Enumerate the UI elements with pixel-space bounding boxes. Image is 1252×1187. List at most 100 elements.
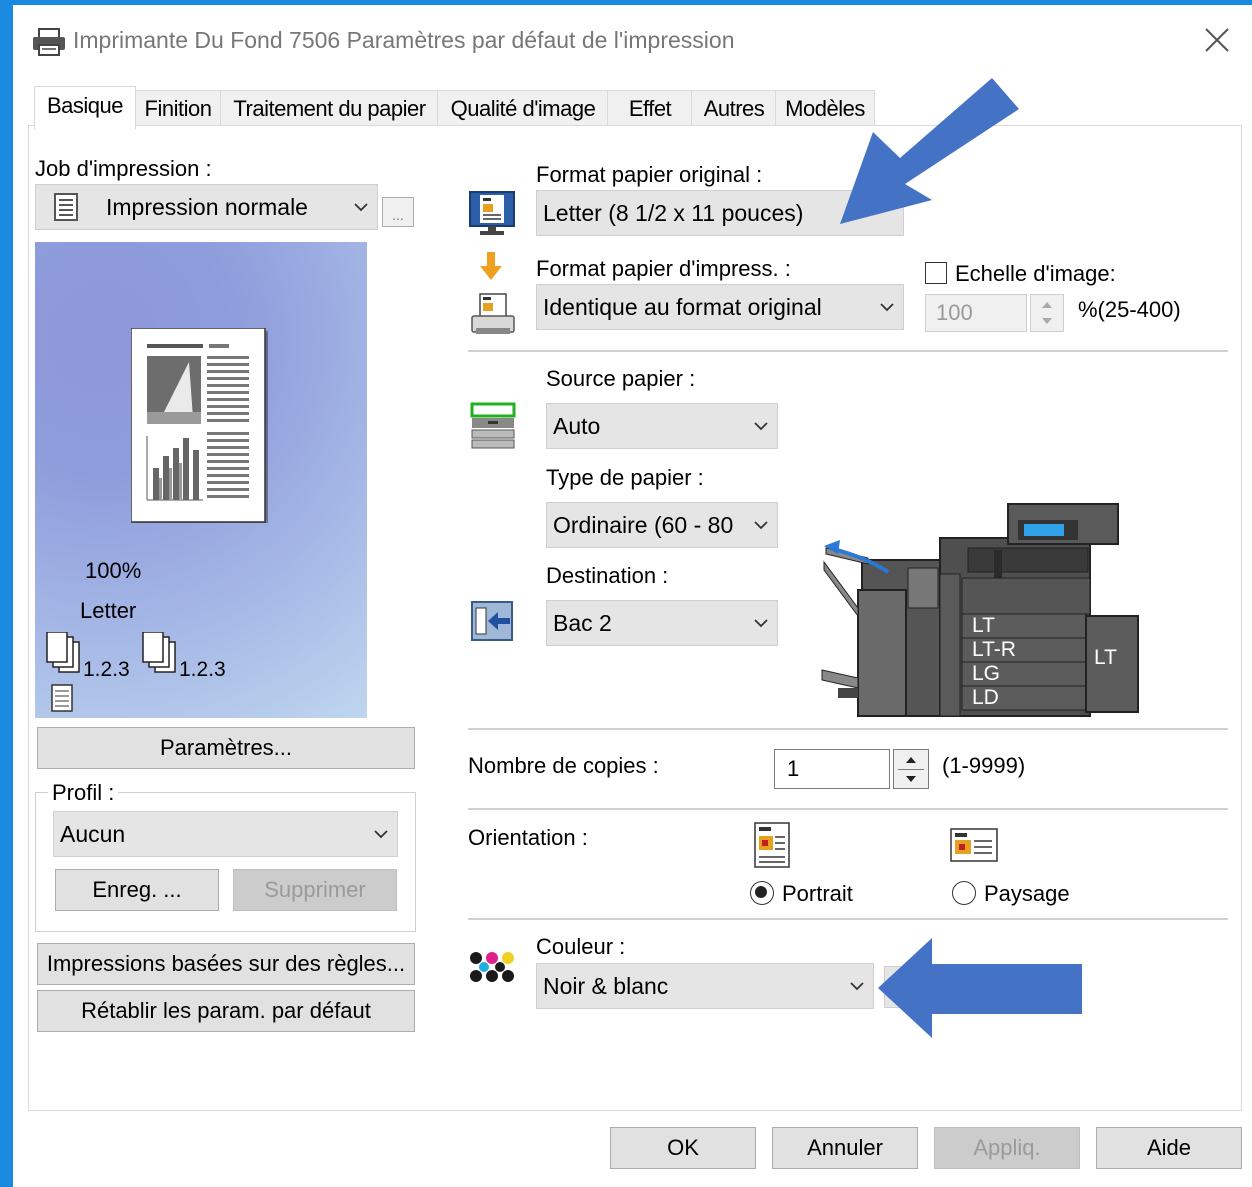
tray-label-ld: LD <box>972 686 999 709</box>
chevron-down-icon <box>374 830 388 839</box>
job-more-button[interactable]: ... <box>382 197 414 227</box>
separator <box>468 728 1228 730</box>
spin-down-icon <box>1042 318 1052 324</box>
tab-basique[interactable]: Basique <box>34 86 136 129</box>
profile-select-value: Aucun <box>60 821 126 847</box>
down-arrow-icon <box>480 252 502 280</box>
collate-label-1: 1.2.3 <box>83 658 130 681</box>
separator <box>468 918 1228 920</box>
separator <box>468 808 1228 810</box>
spin-down-icon <box>906 776 916 782</box>
chevron-down-icon <box>754 521 768 530</box>
tab-finition[interactable]: Finition <box>134 90 222 127</box>
landscape-label: Paysage <box>984 881 1070 906</box>
cancel-button[interactable]: Annuler <box>772 1127 918 1169</box>
collate-label-2: 1.2.3 <box>179 658 226 681</box>
job-select[interactable]: Impression normale <box>35 184 378 230</box>
ok-button[interactable]: OK <box>610 1127 756 1169</box>
portrait-label: Portrait <box>782 881 853 906</box>
preview-scale: 100% <box>85 558 142 583</box>
output-tray-icon <box>471 601 513 641</box>
copies-range: (1-9999) <box>942 753 1026 778</box>
apply-button[interactable]: Appliq. <box>934 1127 1080 1169</box>
restore-defaults-button[interactable]: Rétablir les param. par défaut <box>37 990 415 1032</box>
source-label: Source papier : <box>546 366 696 391</box>
destination-select-value: Bac 2 <box>553 610 612 636</box>
page-preview-image <box>131 328 268 523</box>
landscape-radio[interactable] <box>952 881 976 905</box>
spin-up-icon <box>1042 302 1052 308</box>
chevron-down-icon <box>754 619 768 628</box>
chevron-down-icon <box>850 982 864 991</box>
profile-label: Profil : <box>48 780 119 806</box>
copies-label: Nombre de copies : <box>468 753 659 778</box>
chevron-down-icon <box>754 422 768 431</box>
landscape-icon <box>950 828 998 862</box>
help-button[interactable]: Aide <box>1096 1127 1242 1169</box>
chevron-down-icon <box>354 203 368 212</box>
original-size-label: Format papier original : <box>536 162 763 187</box>
paper-type-label: Type de papier : <box>546 465 704 490</box>
color-select[interactable]: Noir & blanc <box>536 963 874 1009</box>
portrait-radio[interactable] <box>750 881 774 905</box>
portrait-icon <box>754 822 790 868</box>
color-dots-icon <box>470 952 514 982</box>
tray-label-lt: LT <box>972 614 995 637</box>
copies-input[interactable]: 1 <box>774 749 890 789</box>
tab-effet[interactable]: Effet <box>607 90 693 127</box>
image-scale-input[interactable]: 100 <box>925 294 1027 332</box>
profile-select[interactable]: Aucun <box>53 811 398 857</box>
window-border-left <box>0 0 13 1187</box>
source-select-value: Auto <box>553 413 601 439</box>
image-scale-spinner[interactable] <box>1030 294 1064 332</box>
profile-save-button[interactable]: Enreg. ... <box>55 869 219 911</box>
annotation-arrow-icon <box>878 938 1082 1038</box>
image-scale-label: Echelle d'image: <box>955 261 1116 286</box>
paper-type-select[interactable]: Ordinaire (60 - 80 <box>546 502 778 548</box>
tab-traitement-papier[interactable]: Traitement du papier <box>220 90 439 127</box>
close-icon <box>1205 28 1229 52</box>
collate-icon <box>142 632 176 673</box>
print-size-value: Identique au format original <box>543 294 822 320</box>
printer-output-icon <box>471 293 515 334</box>
paper-type-value: Ordinaire (60 - 80 <box>553 512 734 538</box>
image-scale-value: 100 <box>936 300 973 325</box>
printer-settings-dialog: Imprimante Du Fond 7506 Paramètres par d… <box>0 0 1252 1187</box>
destination-label: Destination : <box>546 563 669 588</box>
tray-label-lg: LG <box>972 662 1001 685</box>
image-scale-range: %(25-400) <box>1078 297 1181 322</box>
job-label: Job d'impression : <box>35 156 212 181</box>
annotation-arrow-icon <box>840 78 1019 224</box>
copies-spinner[interactable] <box>893 749 929 789</box>
profile-delete-button[interactable]: Supprimer <box>233 869 397 911</box>
color-label: Couleur : <box>536 934 626 959</box>
destination-select[interactable]: Bac 2 <box>546 600 778 646</box>
tab-qualite-image[interactable]: Qualité d'image <box>437 90 609 127</box>
source-select[interactable]: Auto <box>546 403 778 449</box>
separator <box>468 350 1228 352</box>
chevron-down-icon <box>880 303 894 312</box>
document-icon <box>54 193 78 221</box>
print-size-select[interactable]: Identique au format original <box>536 284 904 330</box>
preview-paper: Letter <box>80 598 137 623</box>
collate-icon <box>46 632 80 673</box>
spin-up-icon <box>906 757 916 763</box>
tab-autres[interactable]: Autres <box>691 90 777 127</box>
document-icon <box>51 684 73 712</box>
image-scale-checkbox[interactable] <box>925 262 947 284</box>
paper-tray-icon <box>470 402 516 449</box>
close-button[interactable] <box>1198 21 1236 59</box>
printer-icon <box>33 28 65 56</box>
window-title: Imprimante Du Fond 7506 Paramètres par d… <box>73 27 735 53</box>
tray-label-lt-r: LT-R <box>972 638 1016 661</box>
copies-value: 1 <box>787 756 800 781</box>
title-bar: Imprimante Du Fond 7506 Paramètres par d… <box>13 5 1252 73</box>
side-tray-label: LT <box>1094 646 1117 669</box>
rules-based-printing-button[interactable]: Impressions basées sur des règles... <box>37 943 415 985</box>
parametres-button[interactable]: Paramètres... <box>37 727 415 769</box>
color-select-value: Noir & blanc <box>543 973 669 999</box>
original-size-value: Letter (8 1/2 x 11 pouces) <box>543 200 804 226</box>
print-size-label: Format papier d'impress. : <box>536 256 791 281</box>
orientation-label: Orientation : <box>468 825 588 850</box>
job-select-value: Impression normale <box>106 194 308 220</box>
